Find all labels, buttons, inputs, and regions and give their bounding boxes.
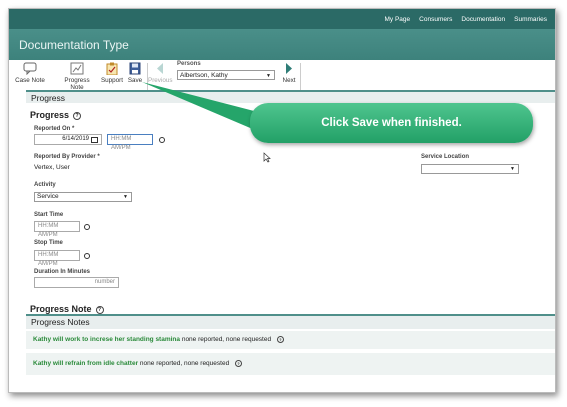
callout-pointer — [142, 82, 262, 133]
save-instruction-callout: Click Save when finished. — [250, 103, 533, 143]
callout-text: Click Save when finished. — [321, 117, 462, 129]
